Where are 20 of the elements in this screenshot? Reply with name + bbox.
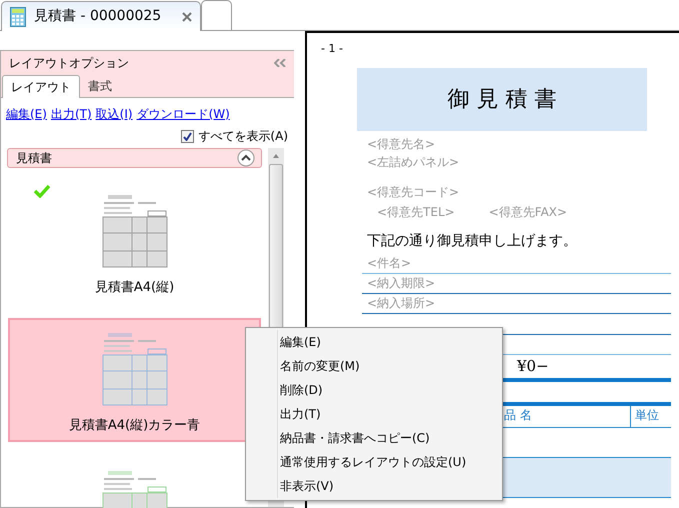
placeholder-field: <得意先TEL> (377, 202, 455, 220)
greeting-text: 下記の通り御見積申し上げます。 (366, 232, 578, 250)
amount-text: ¥0− (517, 356, 549, 377)
layout-name: 見積書A4(縦)カラー青 (68, 417, 200, 435)
tab-title: 見積書 - 00000025 (34, 7, 162, 26)
column-header: 品 名 (503, 406, 533, 424)
page-number: - 1 - (321, 41, 344, 57)
placeholder-field: <左詰めパネル> (367, 152, 671, 170)
checkbox-label: すべてを表示(A) (198, 128, 288, 145)
document-title: 御 見 積 書 (357, 68, 647, 130)
placeholder-field: <得意先FAX> (488, 202, 568, 220)
lined-field: <納入場所> (362, 294, 671, 314)
lined-field: <納入期限> (362, 274, 671, 294)
lined-field: <件名> (362, 254, 671, 274)
column-header: 単位 (630, 406, 659, 426)
layout-name: 見積書A4(縦) (94, 279, 174, 297)
panel-title: レイアウトオプション (9, 55, 129, 72)
placeholder-field: <得意先コード> (367, 182, 671, 200)
group-title: 見積書 (16, 150, 52, 167)
placeholder-field: <得意先名> (367, 134, 671, 152)
